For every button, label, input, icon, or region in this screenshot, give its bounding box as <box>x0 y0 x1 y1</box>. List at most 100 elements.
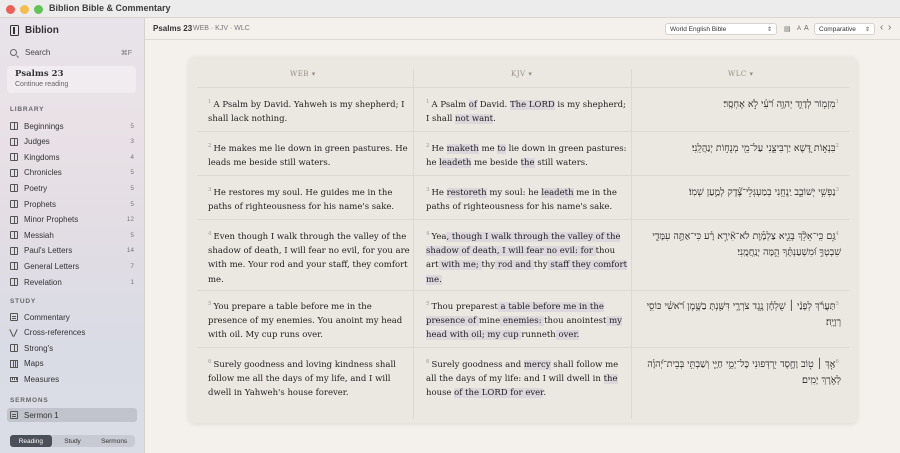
italic-word-highlight: The LORD <box>509 99 555 110</box>
sidebar-tab-bar: Reading Study Sermons <box>10 435 135 447</box>
next-chapter-button[interactable]: › <box>888 22 891 33</box>
verse-text-segment: David. <box>477 99 510 110</box>
verse-text-segment: thou anointest <box>544 316 607 327</box>
sidebar-item-judges[interactable]: Judges 3 <box>7 135 137 149</box>
books-icon <box>10 278 18 286</box>
italic-word-highlight: enemies: <box>500 316 545 327</box>
verse-wlc[interactable]: 4גַּ֤ם כִּֽי־אֵלֵ֨ךְ בְּגֵ֪יא צַלְמָ֡וֶת… <box>636 226 841 261</box>
close-window-button[interactable] <box>6 5 15 14</box>
brand-name: Biblion <box>25 24 59 36</box>
font-smaller-button[interactable]: A <box>797 26 801 32</box>
study-section-label: STUDY <box>10 298 37 305</box>
sidebar-item-general-letters[interactable]: General Letters 7 <box>7 259 137 273</box>
row-divider <box>197 347 849 348</box>
tab-sermons[interactable]: Sermons <box>93 435 135 447</box>
columns-icon[interactable]: ▤ <box>784 25 791 33</box>
verse-number: 2 <box>835 143 840 149</box>
cross-references-icon <box>10 329 18 337</box>
books-icon <box>10 215 18 224</box>
books-icon <box>10 231 18 240</box>
verse-kjv[interactable]: 3 He restoreth my soul: he leadeth me in … <box>426 183 628 214</box>
sermon-item[interactable]: Sermon 1 <box>7 408 137 422</box>
sidebar-item-minor-prophets[interactable]: Minor Prophets 12 <box>7 213 137 227</box>
zoom-window-button[interactable] <box>34 5 43 14</box>
translations-label: WEB · KJV · WLC <box>193 25 250 32</box>
verse-text-segment: me <box>478 143 498 154</box>
sidebar-item-label: Messiah <box>24 230 54 240</box>
books-icon <box>10 153 18 162</box>
verse-kjv[interactable]: 6 Surely goodness and mercy shall follow … <box>426 355 628 401</box>
sidebar-item-beginnings[interactable]: Beginnings 5 <box>7 119 137 133</box>
verse-text-segment: Yea <box>431 231 447 242</box>
verse-number: 4 <box>426 231 430 237</box>
font-larger-button[interactable]: A <box>804 25 809 32</box>
sidebar-item-paul-s-letters[interactable]: Paul's Letters 14 <box>7 244 137 258</box>
books-icon <box>10 122 18 130</box>
sidebar-item-count: 1 <box>130 278 134 286</box>
verse-number: 5 <box>426 301 430 307</box>
sidebar-item-label: Poetry <box>24 183 48 193</box>
sidebar-item-prophets[interactable]: Prophets 5 <box>7 197 137 211</box>
sidebar-item-label: Strong's <box>24 343 54 353</box>
verse-text: A Psalm by David. Yahweh is my shepherd;… <box>208 99 405 125</box>
sidebar-item-chronicles[interactable]: Chronicles 5 <box>7 166 137 180</box>
verse-number: 3 <box>208 187 212 193</box>
sidebar-item-label: Paul's Letters <box>24 246 73 256</box>
verse-text: You prepare a table before me in the pre… <box>208 301 403 341</box>
verse-wlc[interactable]: 3נַפְשִׁ֥י יְשׁוֹבֵ֑ב יַֽנְחֵ֥נִי בְמַעְ… <box>636 182 841 201</box>
verse-wlc[interactable]: 1מִזְמ֥וֹר לְדָוִ֑ד יְהוָ֥ה רֹ֝עִ֗י לֹ֣א… <box>636 94 841 113</box>
sidebar-item-count: 3 <box>130 138 134 146</box>
verse-web[interactable]: 6 Surely goodness and loving kindness sha… <box>208 355 410 401</box>
chevron-down-icon: ▾ <box>528 70 533 78</box>
sidebar-item-messiah[interactable]: Messiah 5 <box>7 228 137 242</box>
verse-web[interactable]: 1A Psalm by David. Yahweh is my shepherd… <box>208 95 410 126</box>
continue-reading-label: Continue reading <box>15 81 69 88</box>
sidebar-item-poetry[interactable]: Poetry 5 <box>7 181 137 195</box>
verse-text-segment: thy <box>533 260 548 271</box>
verse-wlc[interactable]: 5תַּעֲרֹ֬ךְ לְפָנַ֨י ׀ שֻׁלְחָ֗ן נֶ֥גֶד … <box>636 296 841 331</box>
verse-kjv[interactable]: 2 He maketh me to lie down in green pastu… <box>426 139 628 170</box>
verse-web[interactable]: 2 He makes me lie down in green pastures.… <box>208 139 410 170</box>
italic-word-highlight: not want <box>455 114 494 125</box>
view-mode-select[interactable]: Comparative ⇕ <box>814 23 875 35</box>
sidebar-item-revelation[interactable]: Revelation 1 <box>7 275 137 289</box>
tab-reading[interactable]: Reading <box>10 435 52 447</box>
continue-reading-card[interactable]: Psalms 23 Continue reading <box>7 66 136 93</box>
verse-web[interactable]: 3 He restores my soul. He guides me in th… <box>208 183 410 214</box>
search-icon <box>10 49 17 56</box>
verse-number: 2 <box>208 143 212 149</box>
sidebar-item-measures[interactable]: Measures <box>7 372 137 386</box>
sidebar-item-kingdoms[interactable]: Kingdoms 4 <box>7 150 137 164</box>
column-header-kjv[interactable]: KJV ▾ <box>511 70 532 78</box>
verse-wlc[interactable]: 6אַ֤ךְ ׀ ט֤וֹב וָחֶ֣סֶד יִ֭רְדְּפוּנִי כ… <box>636 354 841 389</box>
verse-number: 5 <box>835 301 840 307</box>
verse-text-hebrew: מִזְמ֥וֹר לְדָוִ֑ד יְהוָ֥ה רֹ֝עִ֗י לֹ֣א … <box>723 99 836 111</box>
column-header-wlc[interactable]: WLC ▾ <box>728 70 753 78</box>
sidebar-item-strong-s[interactable]: Strong's <box>7 341 137 355</box>
search-button[interactable]: Search ⌘F <box>10 47 132 58</box>
verse-wlc[interactable]: 2בִּנְא֣וֹת דֶּ֭שֶׁא יַרְבִּיצֵ֑נִי עַל־… <box>636 138 841 157</box>
row-divider <box>197 219 849 220</box>
sidebar-item-cross-references[interactable]: Cross-references <box>7 326 137 340</box>
sidebar-item-commentary[interactable]: Commentary <box>7 310 137 324</box>
italic-word-highlight: with me; <box>438 260 482 271</box>
bible-version-select[interactable]: World English Bible ⇕ <box>665 23 777 35</box>
previous-chapter-button[interactable]: ‹ <box>880 22 883 33</box>
tab-study[interactable]: Study <box>52 435 94 447</box>
verse-kjv[interactable]: 4 Yea, though I walk through the valley o… <box>426 227 628 287</box>
verse-text: Even though I walk through the valley of… <box>208 231 410 285</box>
verse-web[interactable]: 4 Even though I walk through the valley o… <box>208 227 410 287</box>
verse-kjv[interactable]: 5 Thou preparest a table before me in the… <box>426 297 628 343</box>
italic-word-highlight: to <box>497 143 506 154</box>
italic-word-highlight: the <box>520 158 535 169</box>
verse-web[interactable]: 5 You prepare a table before me in the pr… <box>208 297 410 343</box>
verse-text-segment: Surely goodness and <box>431 359 524 370</box>
column-header-web[interactable]: WEB ▾ <box>290 70 316 78</box>
books-icon <box>10 200 18 208</box>
verse-text: Surely goodness and loving kindness shal… <box>208 359 396 399</box>
sidebar-item-maps[interactable]: Maps <box>7 357 137 371</box>
sidebar-item-label: Kingdoms <box>24 152 60 162</box>
verse-kjv[interactable]: 1A Psalm of David. The LORD is my shephe… <box>426 95 628 126</box>
minimize-window-button[interactable] <box>20 5 29 14</box>
verse-text-segment: . <box>543 388 547 399</box>
